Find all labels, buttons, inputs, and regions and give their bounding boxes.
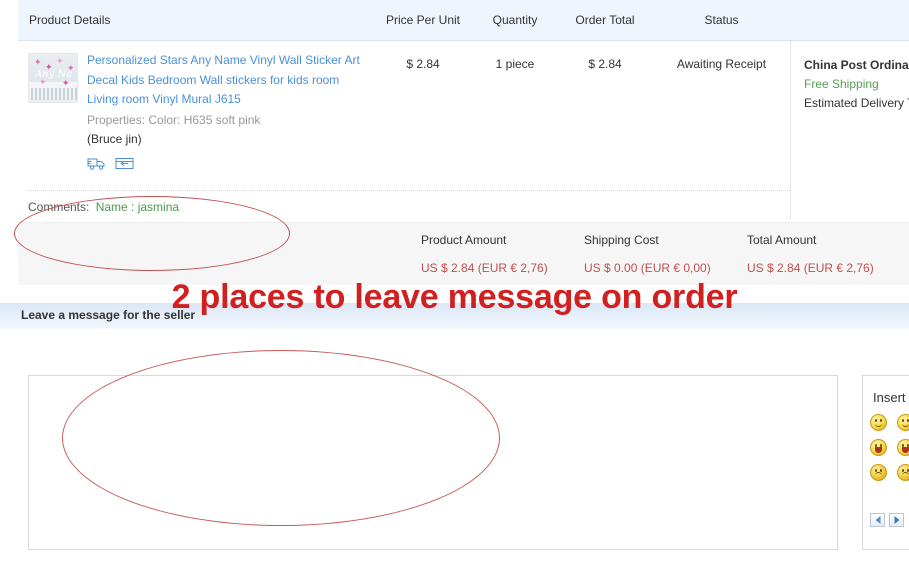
total-block-shipping-cost: Shipping Cost US $ 0.00 (EUR € 0,00): [584, 233, 711, 275]
shipping-cost-label: Shipping Cost: [584, 233, 659, 247]
product-info: Personalized Stars Any Name Vinyl Wall S…: [87, 51, 373, 174]
comments-divider: [28, 190, 790, 191]
emoticon-prev-button[interactable]: [870, 513, 885, 527]
return-box-icon[interactable]: [115, 156, 135, 174]
total-amount-label: Total Amount: [747, 233, 817, 247]
column-header-status: Status: [704, 13, 739, 27]
total-block-total-amount: Total Amount US $ 2.84 (EUR € 2,76): [747, 233, 874, 275]
order-items-table: Product Details Price Per Unit Quantity …: [18, 0, 909, 285]
product-title-link[interactable]: Personalized Stars Any Name Vinyl Wall S…: [87, 51, 373, 110]
product-properties: Properties: Color: H635 soft pink: [87, 112, 261, 127]
shipping-column-divider: [790, 41, 791, 219]
comments-label: Comments:: [28, 200, 90, 214]
wink-emoticon[interactable]: [897, 414, 909, 431]
free-shipping-label: Free Shipping: [804, 77, 879, 91]
product-thumbnail[interactable]: ✦ ✦ ✦ ✦ ✦ ✦ Any Name: [28, 53, 78, 103]
column-header-order-total: Order Total: [575, 13, 635, 27]
emoticon-pagination: [870, 513, 904, 527]
product-seller-name: (Bruce jin): [87, 131, 142, 146]
product-details-cell: ✦ ✦ ✦ ✦ ✦ ✦ Any Name Personalized Stars …: [18, 51, 373, 174]
crying-emoticon[interactable]: [897, 439, 909, 456]
cell-quantity: 1 piece: [495, 57, 535, 71]
message-section-title: Leave a message for the seller: [21, 308, 196, 322]
total-amount-value: US $ 2.84 (EUR € 2,76): [747, 261, 874, 275]
shipping-method: China Post Ordinary Small Packet Plus: [804, 58, 909, 72]
order-comments: Comments: Name : jasmina: [28, 200, 179, 214]
grin-emoticon[interactable]: [897, 464, 909, 481]
shipping-info-cell: China Post Ordinary Small Packet Plus Fr…: [790, 51, 909, 113]
seller-message-input[interactable]: [28, 375, 838, 550]
order-totals-strip: Product Amount US $ 2.84 (EUR € 2,76) Sh…: [18, 222, 909, 285]
cell-price-per-unit: $ 2.84: [406, 57, 440, 71]
product-action-icons: [87, 156, 373, 174]
emoticon-row: [870, 464, 909, 481]
product-amount-value: US $ 2.84 (EUR € 2,76): [421, 261, 548, 275]
column-header-price-per-unit: Price Per Unit: [385, 13, 461, 27]
emoticon-next-button[interactable]: [889, 513, 904, 527]
shipping-cost-value: US $ 0.00 (EUR € 0,00): [584, 261, 711, 275]
truck-icon[interactable]: [87, 156, 107, 174]
product-amount-label: Product Amount: [421, 233, 507, 247]
table-header-row: Product Details Price Per Unit Quantity …: [18, 0, 909, 41]
column-header-product-details: Product Details: [29, 13, 111, 27]
cell-status: Awaiting Receipt: [676, 57, 767, 71]
emoticon-row: [870, 414, 909, 431]
emoticon-row: [870, 439, 909, 456]
table-row: ✦ ✦ ✦ ✦ ✦ ✦ Any Name Personalized Stars …: [18, 41, 909, 219]
column-header-quantity: Quantity: [492, 13, 538, 27]
emoticon-grid: [870, 414, 909, 481]
emoticon-panel-title: Insert: [873, 390, 906, 405]
leave-message-section: Leave a message for the seller Insert: [0, 303, 909, 563]
cell-order-total: $ 2.84: [588, 57, 622, 71]
laugh-emoticon[interactable]: [870, 439, 887, 456]
thumbnail-fence-graphic: [31, 88, 77, 100]
total-block-product-amount: Product Amount US $ 2.84 (EUR € 2,76): [421, 233, 548, 275]
emoticon-picker-panel: Insert: [862, 375, 909, 550]
estimated-delivery-label: Estimated Delivery Time: [804, 96, 909, 110]
sly-emoticon[interactable]: [870, 464, 887, 481]
thumbnail-script-text: Any Name: [35, 69, 73, 80]
smile-emoticon[interactable]: [870, 414, 887, 431]
comments-value: Name : jasmina: [95, 200, 180, 214]
